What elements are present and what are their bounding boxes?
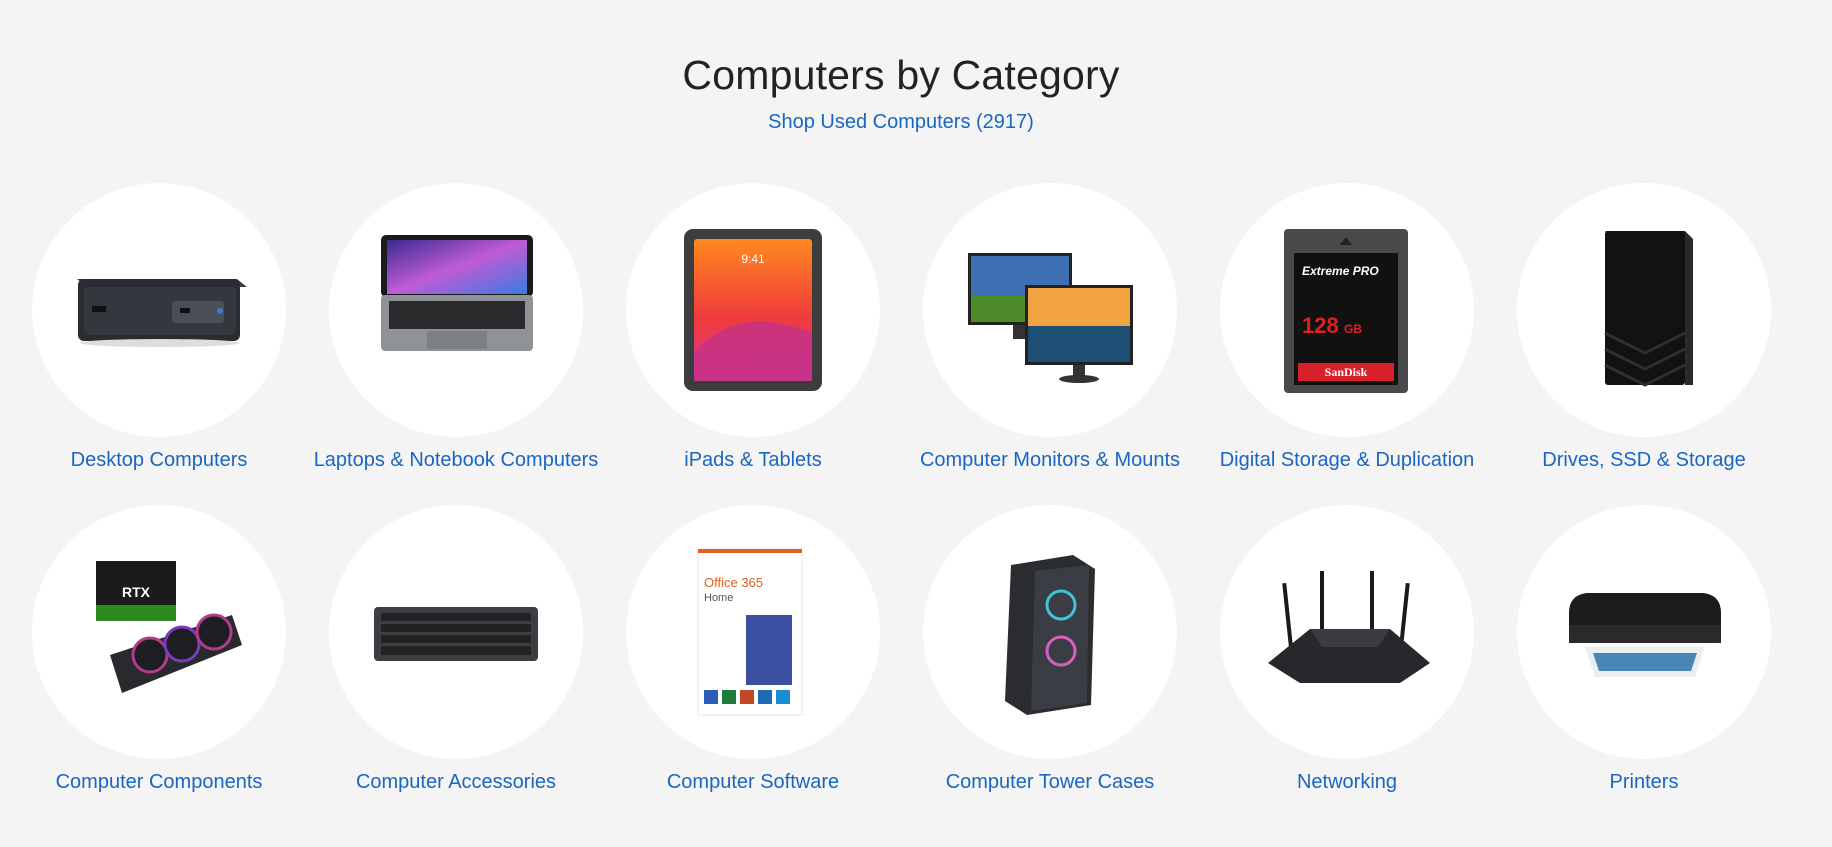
category-drives-ssd[interactable]: Drives, SSD & Storage <box>1494 183 1794 472</box>
memory-card-icon: Extreme PRO 128 GB SanDisk <box>1284 229 1408 393</box>
category-image[interactable] <box>32 183 286 437</box>
category-image[interactable] <box>1517 505 1771 759</box>
shop-used-computers-link[interactable]: Shop Used Computers (2917) <box>0 111 1802 134</box>
external-drive-icon <box>1604 231 1693 387</box>
category-image[interactable]: RTX <box>32 505 286 759</box>
category-image[interactable] <box>923 183 1177 437</box>
software-box-icon: Office 365 Home <box>697 548 803 716</box>
software-subtitle-text: Home <box>704 592 733 604</box>
card-brand-text: Extreme PRO <box>1302 264 1379 278</box>
card-capacity-text: 128 <box>1302 313 1339 338</box>
card-maker-text: SanDisk <box>1325 365 1368 379</box>
monitors-icon <box>968 253 1133 383</box>
category-image[interactable]: Extreme PRO 128 GB SanDisk <box>1220 183 1474 437</box>
category-label[interactable]: Printers <box>1494 771 1794 794</box>
category-image[interactable] <box>1517 183 1771 437</box>
category-laptops[interactable]: Laptops & Notebook Computers <box>306 183 606 472</box>
category-label[interactable]: Computer Tower Cases <box>900 771 1200 794</box>
category-label[interactable]: Computer Components <box>9 771 309 794</box>
category-label[interactable]: Computer Monitors & Mounts <box>900 449 1200 472</box>
category-label[interactable]: Desktop Computers <box>9 449 309 472</box>
category-components[interactable]: RTX Computer Components <box>9 505 309 794</box>
keyboard-icon <box>374 607 538 661</box>
graphics-card-icon: RTX <box>96 561 242 693</box>
category-image[interactable] <box>329 183 583 437</box>
mini-pc-icon <box>77 279 247 347</box>
category-image[interactable]: Office 365 Home <box>626 505 880 759</box>
category-label[interactable]: Digital Storage & Duplication <box>1197 449 1497 472</box>
category-label[interactable]: iPads & Tablets <box>603 449 903 472</box>
router-icon <box>1268 571 1430 683</box>
gpu-box-text: RTX <box>122 584 151 600</box>
category-image[interactable] <box>923 505 1177 759</box>
laptop-icon <box>381 235 533 351</box>
category-image[interactable] <box>1220 505 1474 759</box>
category-label[interactable]: Computer Accessories <box>306 771 606 794</box>
software-title-text: Office 365 <box>704 575 763 590</box>
printer-icon <box>1569 593 1721 677</box>
category-ipads-tablets[interactable]: 9:41 iPads & Tablets <box>603 183 903 472</box>
category-image[interactable]: 9:41 <box>626 183 880 437</box>
category-printers[interactable]: Printers <box>1494 505 1794 794</box>
tower-case-icon <box>1005 555 1095 715</box>
category-tower-cases[interactable]: Computer Tower Cases <box>900 505 1200 794</box>
category-digital-storage[interactable]: Extreme PRO 128 GB SanDisk Digital Stora… <box>1197 183 1497 472</box>
card-unit-text: GB <box>1344 322 1362 336</box>
tablet-clock-text: 9:41 <box>741 252 765 266</box>
page-title: Computers by Category <box>682 52 1120 98</box>
category-software[interactable]: Office 365 Home Computer Software <box>603 505 903 794</box>
category-networking[interactable]: Networking <box>1197 505 1497 794</box>
category-image[interactable] <box>329 505 583 759</box>
tablet-icon: 9:41 <box>684 229 822 391</box>
category-desktop-computers[interactable]: Desktop Computers <box>9 183 309 472</box>
category-label[interactable]: Laptops & Notebook Computers <box>306 449 606 472</box>
category-monitors[interactable]: Computer Monitors & Mounts <box>900 183 1200 472</box>
category-label[interactable]: Networking <box>1197 771 1497 794</box>
category-accessories[interactable]: Computer Accessories <box>306 505 606 794</box>
category-label[interactable]: Drives, SSD & Storage <box>1494 449 1794 472</box>
category-label[interactable]: Computer Software <box>603 771 903 794</box>
